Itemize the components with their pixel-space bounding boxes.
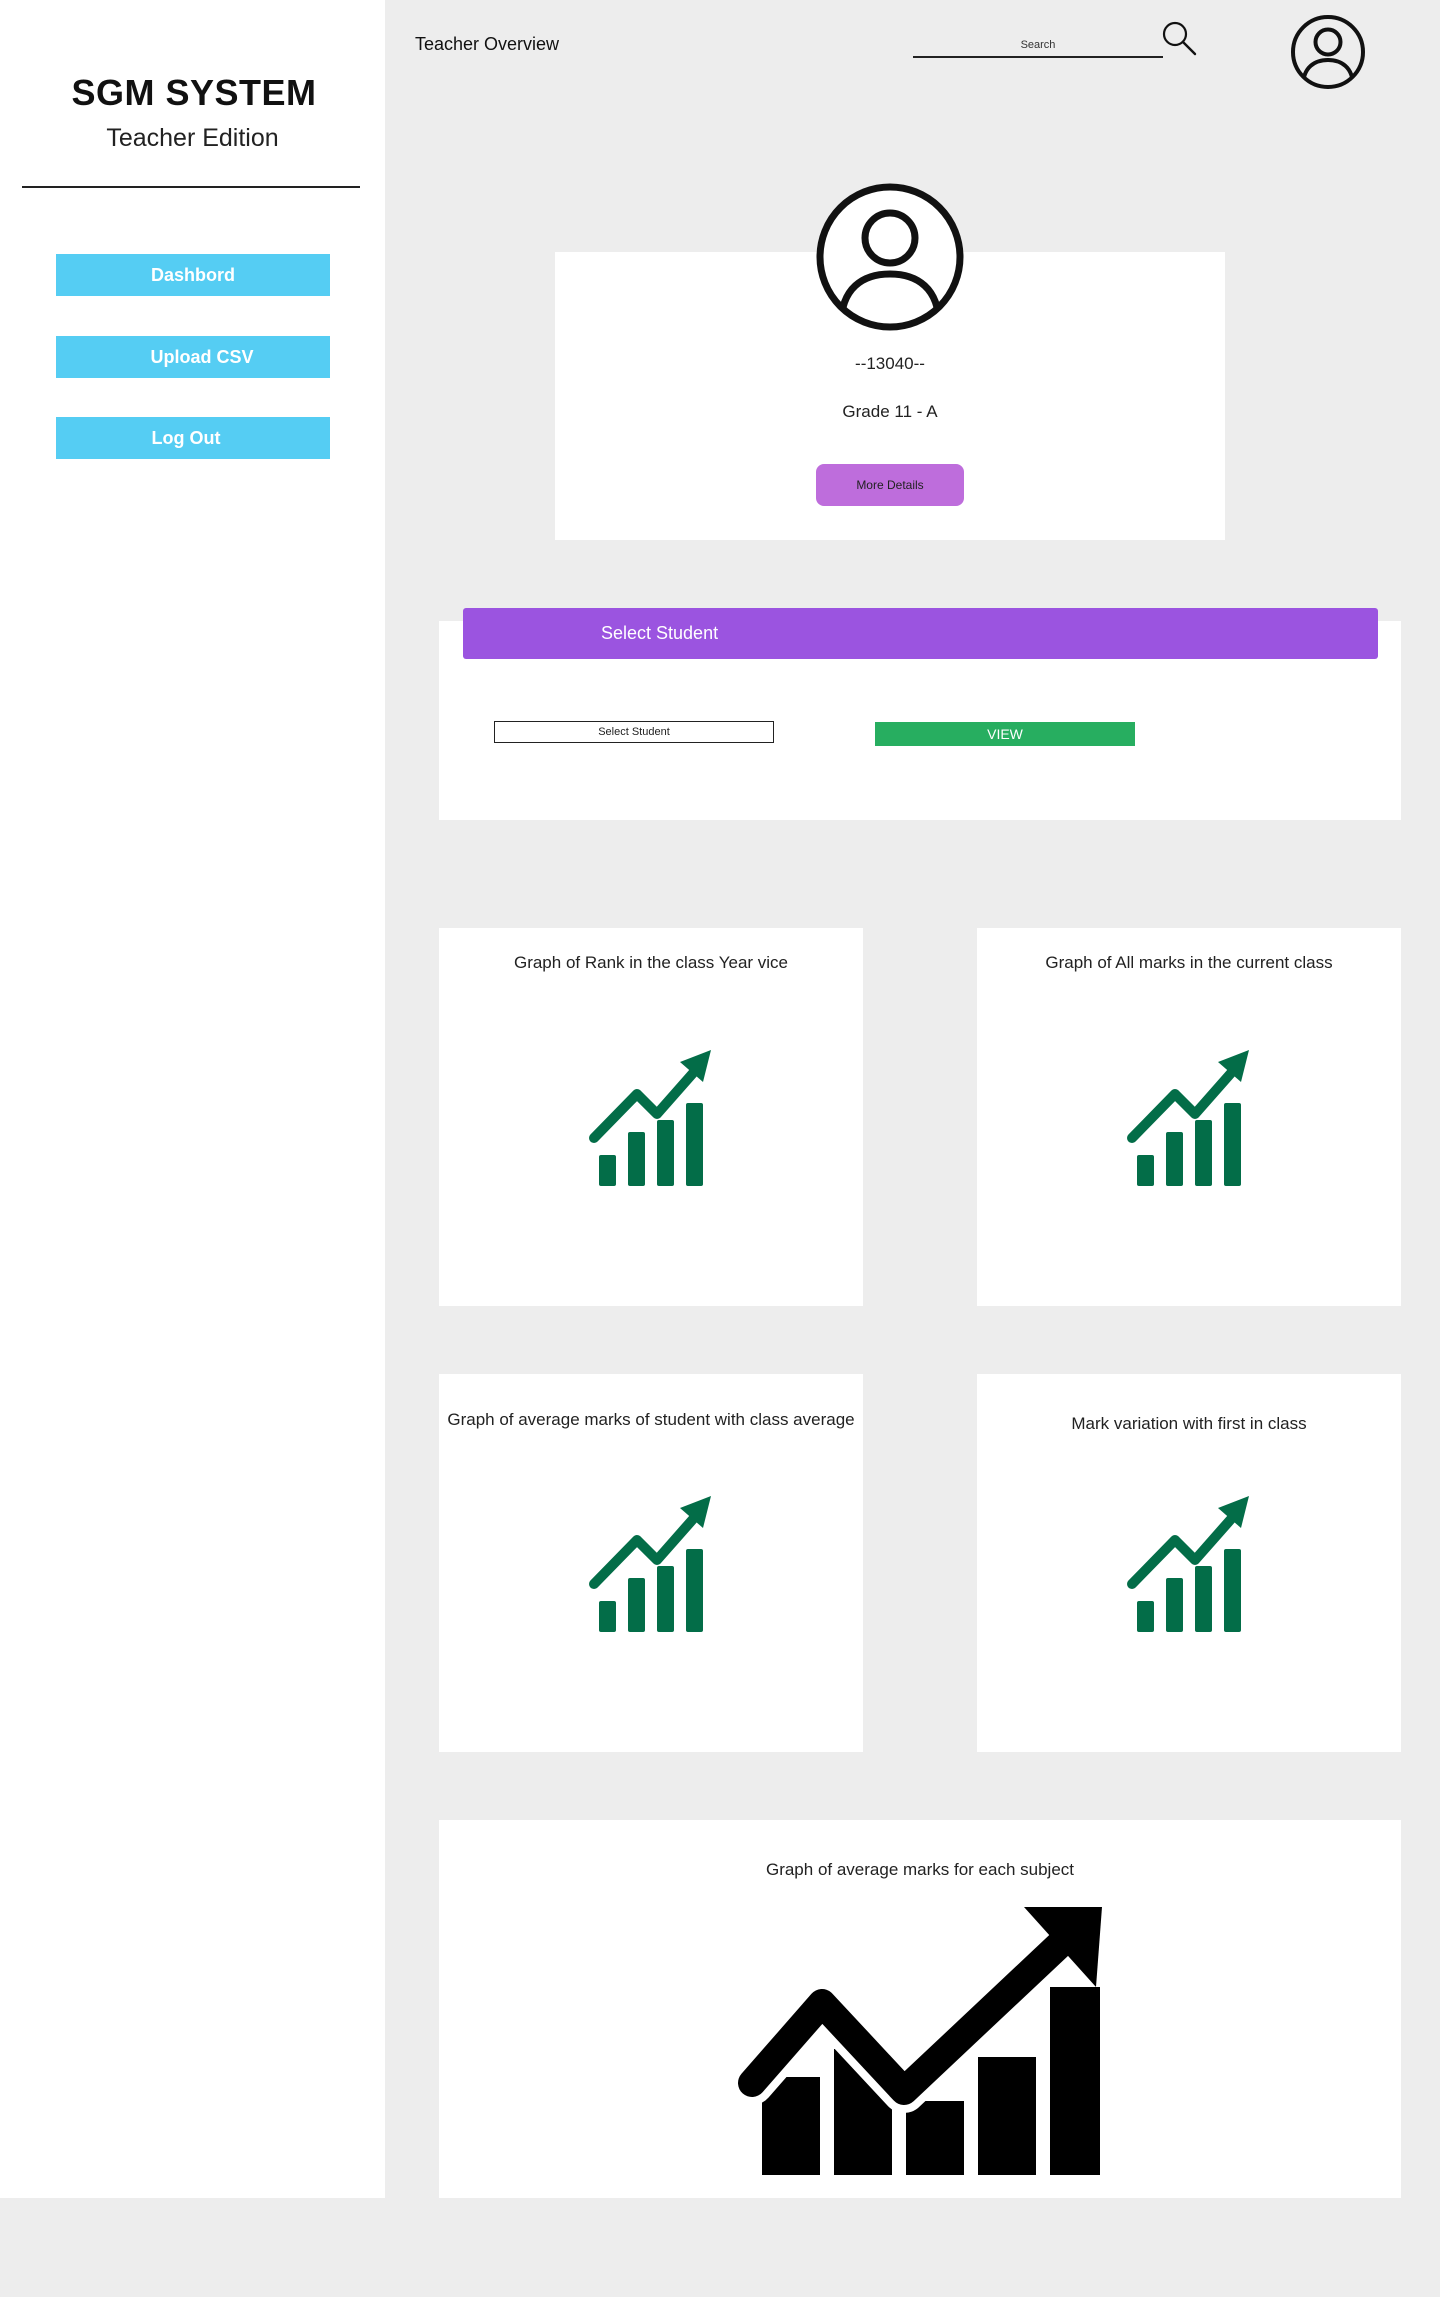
search-icon[interactable] (1160, 20, 1198, 58)
more-details-label: More Details (856, 478, 924, 492)
student-selector-header: Select Student (463, 608, 1378, 659)
nav-upload-csv-label: Upload CSV (150, 346, 254, 367)
user-avatar-icon[interactable] (1288, 12, 1368, 92)
graph-card-mark-variation[interactable]: Mark variation with first in class (977, 1374, 1401, 1752)
graph-title: Graph of All marks in the current class (1045, 953, 1333, 972)
graph-title: Graph of average marks for each subject (765, 1860, 1075, 1879)
growth-chart-icon (1127, 1496, 1249, 1632)
student-grade: Grade 11 - A (842, 402, 938, 421)
student-id: --13040-- (855, 354, 925, 373)
graph-title: Mark variation with first in class (1071, 1414, 1307, 1433)
growth-chart-icon (589, 1496, 711, 1632)
graph-card-rank[interactable]: Graph of Rank in the class Year vice (439, 928, 863, 1306)
growth-chart-icon (589, 1050, 711, 1186)
graph-title: Graph of Rank in the class Year vice (513, 953, 789, 972)
student-select[interactable]: Select Student (494, 721, 774, 743)
student-selector-title: Select Student (601, 623, 719, 643)
nav-dashboard-button[interactable]: Dashbord (56, 254, 330, 296)
page-title: Teacher Overview (415, 34, 560, 54)
graph-card-all-marks[interactable]: Graph of All marks in the current class (977, 928, 1401, 1306)
search-bar (913, 34, 1163, 58)
growth-chart-icon (1127, 1050, 1249, 1186)
brand-title: SGM SYSTEM (71, 72, 317, 113)
view-button-label: VIEW (987, 726, 1023, 742)
sidebar: SGM SYSTEM Teacher Edition Dashbord Uplo… (0, 0, 385, 2198)
sidebar-divider (22, 186, 360, 188)
nav-upload-csv-button[interactable]: Upload CSV (56, 336, 330, 378)
nav-dashboard-label: Dashbord (150, 264, 235, 285)
graph-title: Graph of average marks of student with c… (447, 1410, 855, 1429)
view-button[interactable]: VIEW (875, 722, 1135, 746)
more-details-button[interactable]: More Details (816, 464, 964, 506)
graph-card-subject-average[interactable]: Graph of average marks for each subject (439, 1820, 1401, 2198)
growth-chart-icon (734, 1907, 1102, 2175)
nav-logout-button[interactable]: Log Out (56, 417, 330, 459)
graph-card-average-vs-class[interactable]: Graph of average marks of student with c… (439, 1374, 863, 1752)
nav-logout-label: Log Out (151, 427, 221, 448)
search-input[interactable] (913, 34, 1163, 56)
brand-subtitle: Teacher Edition (106, 124, 279, 152)
profile-avatar-icon (816, 183, 964, 331)
